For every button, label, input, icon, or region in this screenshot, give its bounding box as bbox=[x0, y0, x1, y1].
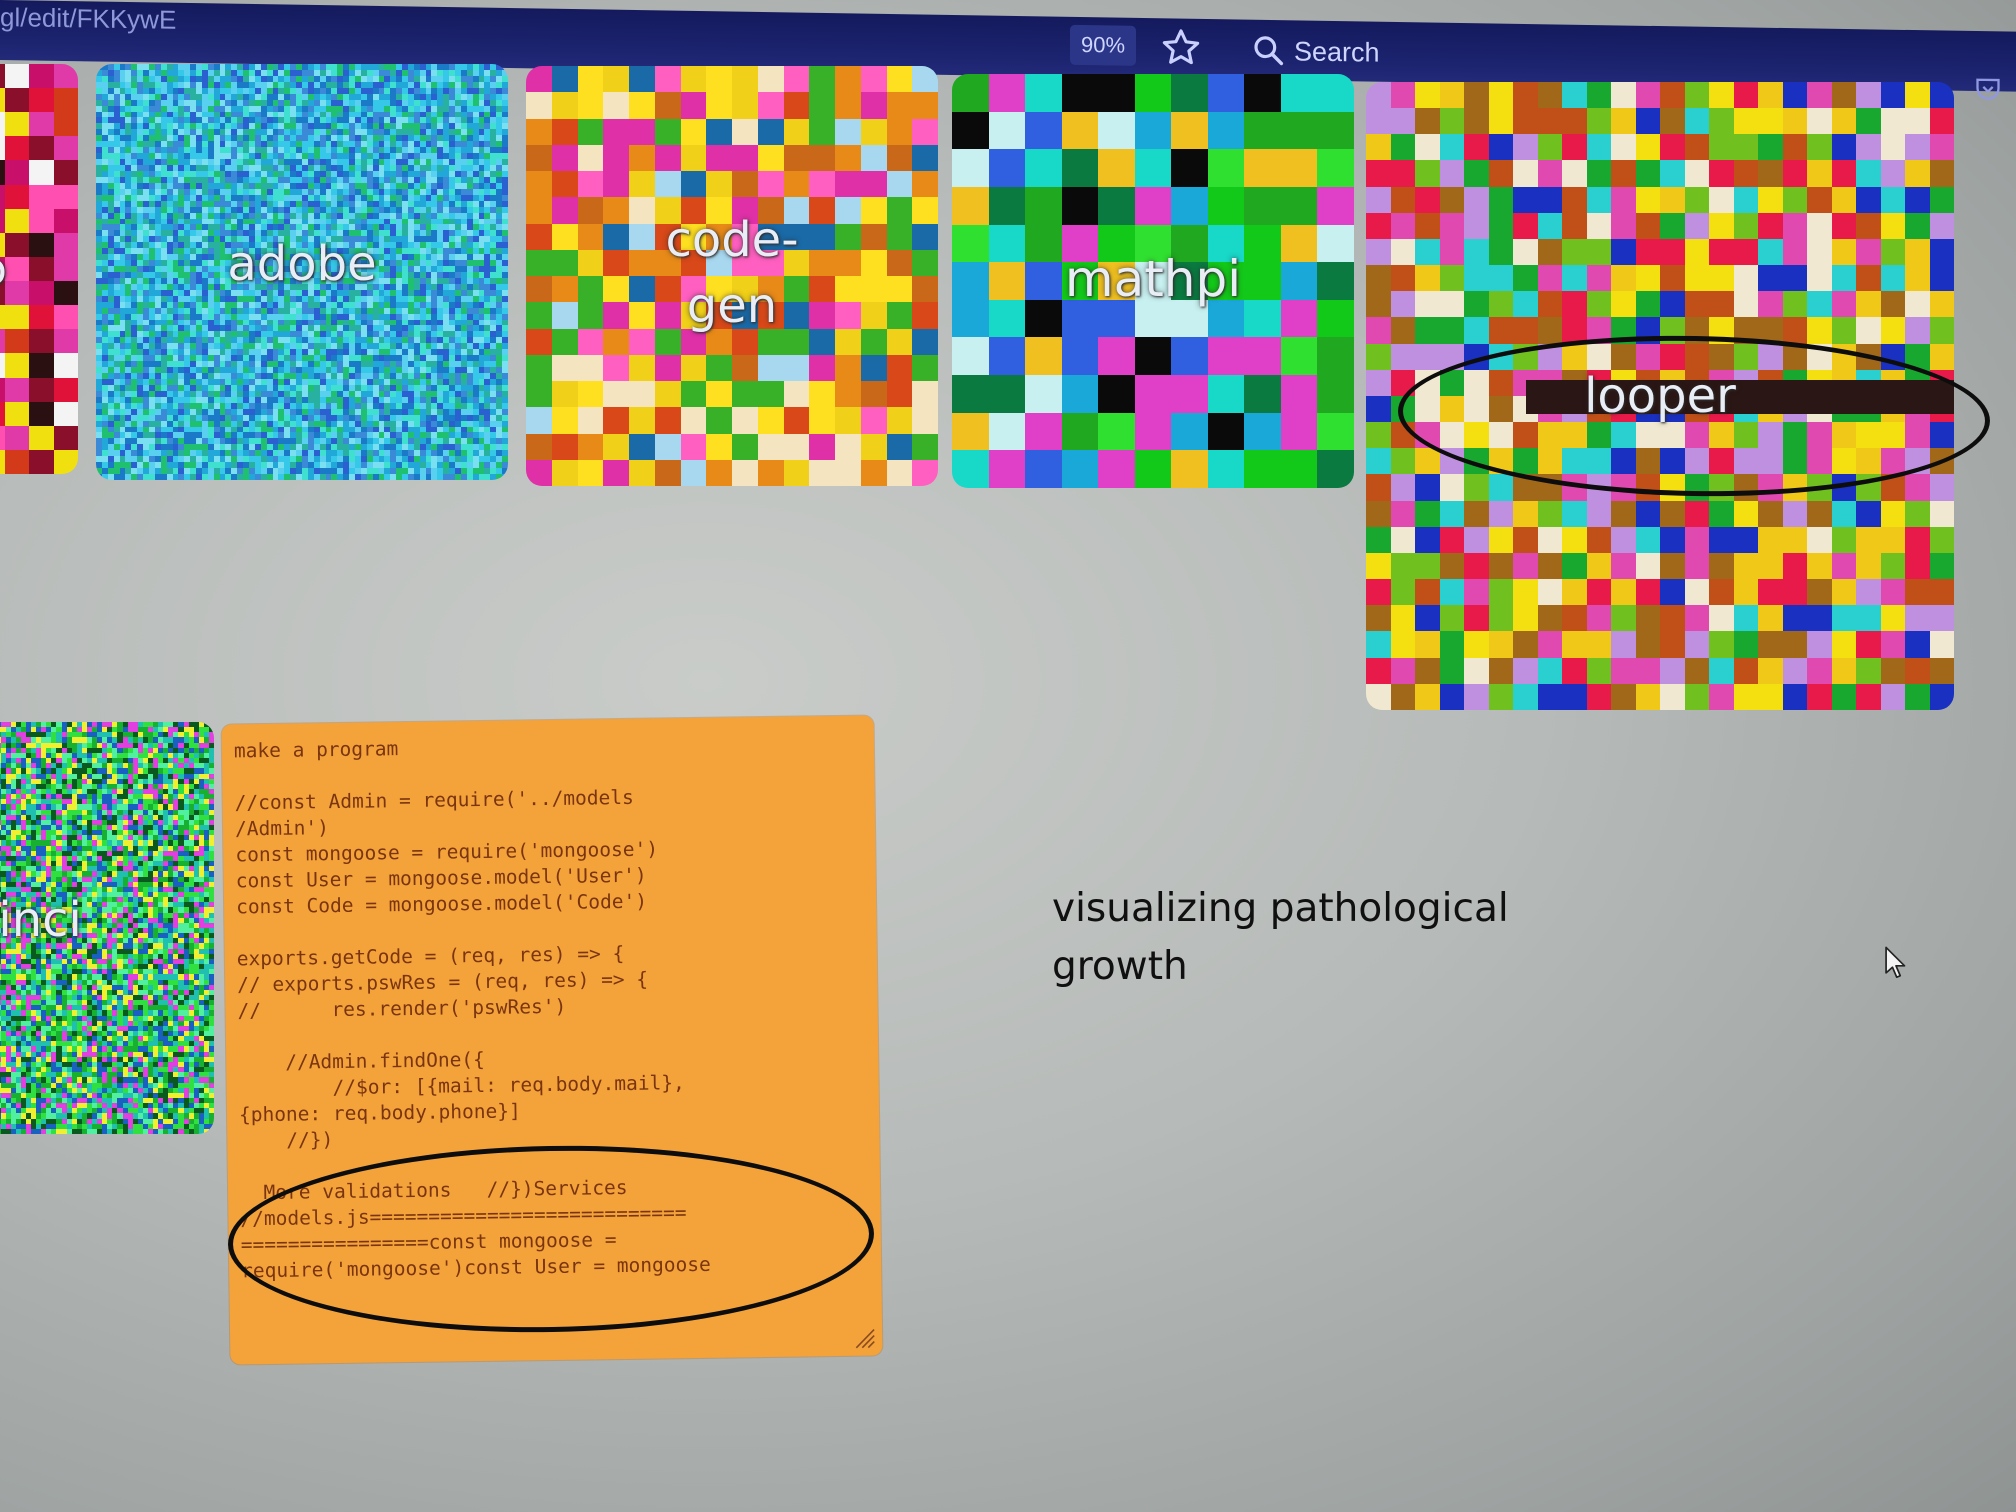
pocket-icon[interactable] bbox=[1974, 75, 2002, 103]
caption-line: growth bbox=[1052, 944, 1188, 989]
mouse-cursor-icon bbox=[1885, 946, 1906, 979]
tile-label-line2: gen bbox=[686, 278, 778, 334]
url-text[interactable]: gl/edit/FKKywE bbox=[0, 2, 176, 36]
resize-handle-icon[interactable] bbox=[852, 1326, 876, 1350]
project-tile-code-gen[interactable]: code- gen bbox=[526, 66, 938, 486]
star-icon[interactable] bbox=[1160, 26, 1202, 69]
caption-line: visualizing pathological bbox=[1052, 886, 1509, 931]
tile-label: code- bbox=[665, 212, 799, 268]
search-icon bbox=[1254, 36, 1284, 66]
caption-text: visualizing pathological growth bbox=[1052, 880, 1572, 996]
search-field[interactable]: Search bbox=[1294, 36, 1380, 68]
zoom-level-button[interactable]: 90% bbox=[1070, 24, 1136, 66]
project-tile-vinci[interactable]: vinci bbox=[0, 722, 214, 1134]
project-tile-mathpi[interactable]: mathpi bbox=[952, 74, 1354, 488]
tile-label: o bbox=[0, 244, 78, 295]
project-tile-partial-left[interactable]: o bbox=[0, 64, 78, 474]
tile-label: vinci bbox=[0, 892, 82, 948]
project-tile-adobe[interactable]: adobe bbox=[96, 64, 508, 480]
tile-label: adobe bbox=[227, 236, 377, 292]
mosaic-thumbnail bbox=[526, 66, 938, 486]
tile-label: mathpi bbox=[1064, 250, 1242, 308]
